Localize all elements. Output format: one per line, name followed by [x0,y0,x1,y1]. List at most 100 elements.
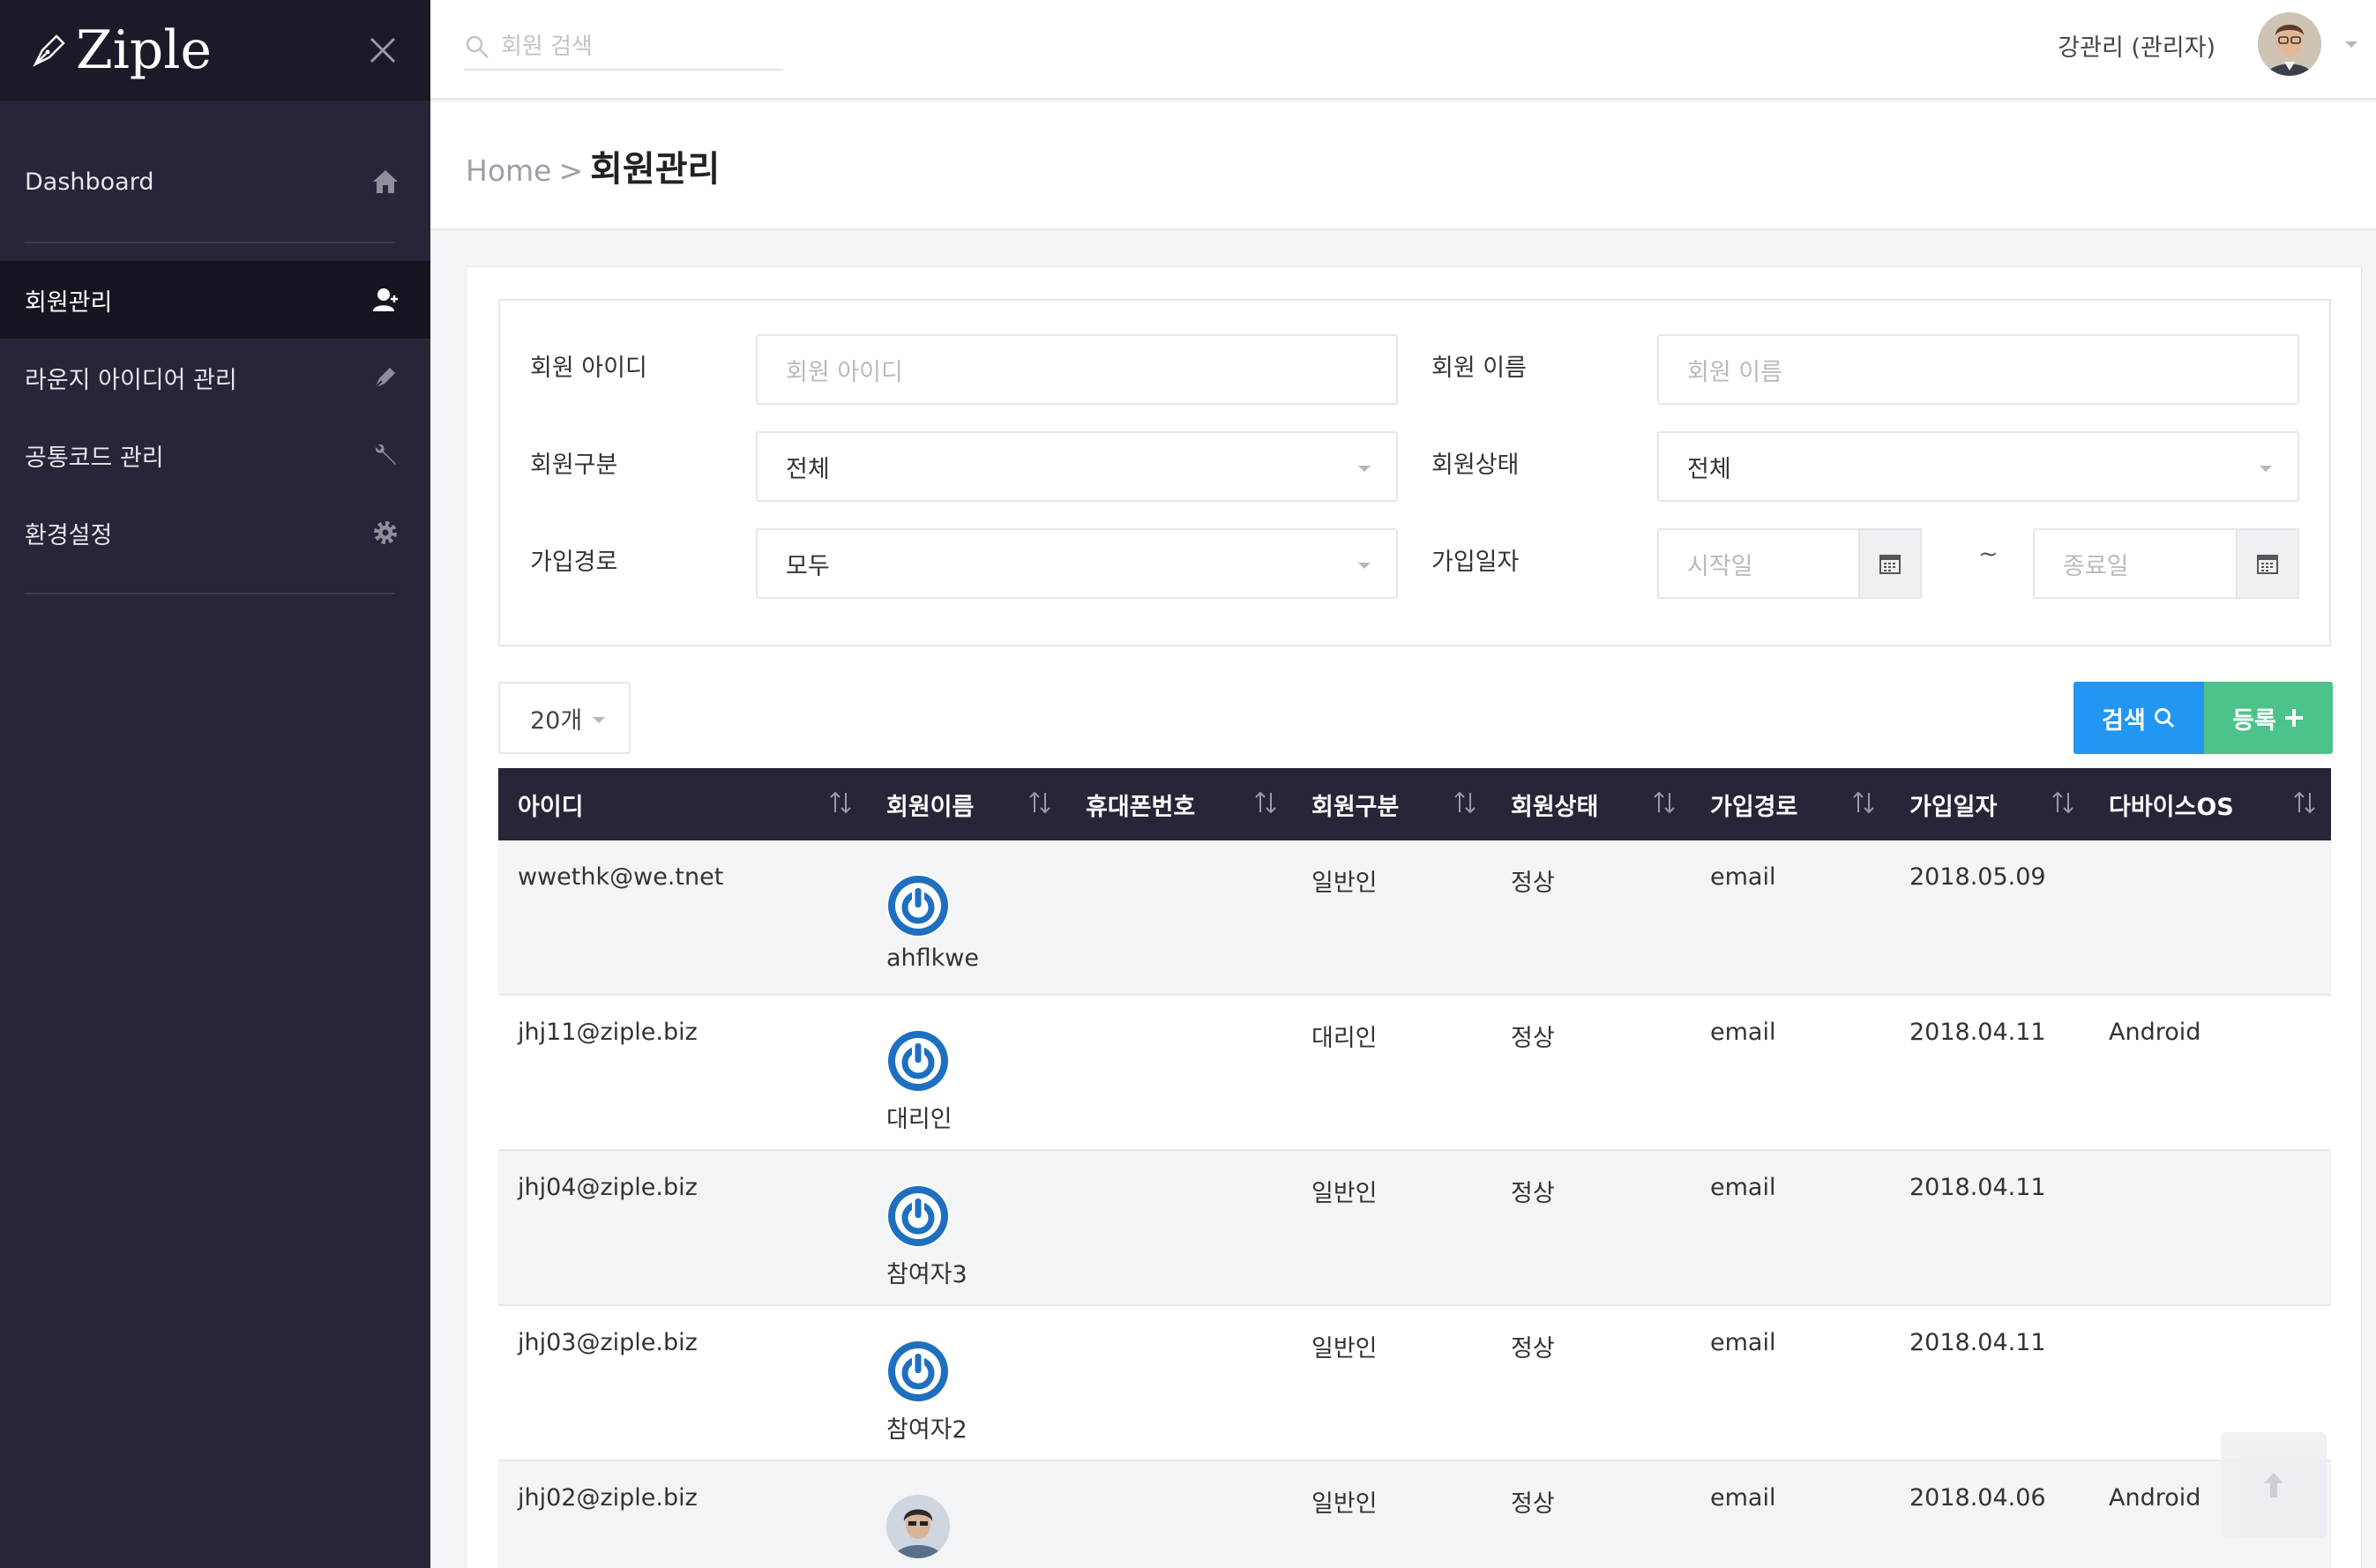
search-button-label: 검색 [2102,706,2146,735]
cell-date: 2018.04.11 [1909,1329,2046,1356]
cell-phone [1066,1306,1292,1460]
member-status-value: 전체 [1687,455,1731,483]
member-status-select[interactable]: 전체 [1657,431,2299,502]
sidebar-header: Ziple [0,0,430,101]
cell-name [867,1461,1066,1568]
page-title: 회원관리 [590,149,721,190]
breadcrumb: Home > 회원관리 [466,140,720,191]
sidebar-item-members[interactable]: 회원관리 [0,261,430,339]
join-route-select[interactable]: 모두 [756,528,1398,599]
member-name-label: 회원 이름 [1431,355,1527,382]
table-row[interactable]: jhj02@ziple.biz 일반인 정상 email 2018.04.06 … [498,1461,2331,1568]
date-range-separator: ~ [1978,541,1999,568]
nav-divider [25,242,395,243]
search-icon [2154,708,2174,728]
member-id-input[interactable]: 회원 아이디 [756,334,1398,405]
avatar [886,1495,950,1558]
add-member-button[interactable]: 등록 [2204,682,2333,754]
sidebar-item-settings[interactable]: 환경설정 [0,494,430,571]
column-header-type[interactable]: 회원구분 [1292,768,1491,840]
cell-status: 정상 [1511,1025,1555,1052]
member-type-select[interactable]: 전체 [756,431,1398,502]
cell-name: 대리인 [867,996,1066,1149]
cell-name: 참여자2 [867,1306,1066,1460]
user-icon [370,285,400,315]
join-route-label: 가입경로 [530,549,618,576]
member-name-input[interactable]: 회원 이름 [1657,334,2299,405]
column-header-label: 회원이름 [886,793,975,821]
cell-phone [1066,1151,1292,1304]
column-header-route[interactable]: 가입경로 [1691,768,1890,840]
calendar-icon [2257,555,2278,574]
sort-icon [1454,791,1476,814]
member-type-value: 전체 [786,455,830,483]
column-header-status[interactable]: 회원상태 [1491,768,1691,840]
breadcrumb-home[interactable]: Home [466,153,551,188]
power-icon [886,1184,950,1248]
column-header-date[interactable]: 가입일자 [1890,768,2089,840]
sort-icon [830,791,851,814]
column-header-phone[interactable]: 휴대폰번호 [1066,768,1292,840]
cell-type: 일반인 [1311,1335,1378,1363]
page-size-select[interactable]: 20개 [498,682,631,754]
chevron-down-icon[interactable] [2344,41,2358,49]
sidebar-item-label: Dashboard [25,168,154,196]
table-row[interactable]: jhj04@ziple.biz 참여자3 일반인 정상 email 2018.0… [498,1151,2331,1306]
join-route-value: 모두 [786,552,830,580]
user-name[interactable]: 강관리 (관리자) [2058,28,2215,63]
table-row[interactable]: jhj03@ziple.biz 참여자2 일반인 정상 email 2018.0… [498,1306,2331,1461]
member-id-placeholder: 회원 아이디 [786,358,903,386]
cell-route: email [1710,1174,1776,1201]
sidebar-close-button[interactable] [365,33,400,68]
end-date-input[interactable]: 종료일 [2033,528,2238,599]
start-date-placeholder: 시작일 [1687,552,1753,580]
sort-icon [1853,791,1874,814]
sidebar: Ziple Dashboard 회원관리 라운지 아이디어 관리 공통코드 관리… [0,0,430,1568]
gear-icon [370,518,400,548]
chevron-down-icon [1358,563,1371,569]
join-date-label: 가입일자 [1431,549,1520,576]
main-card: 회원 아이디 회원 아이디 회원 이름 회원 이름 회원구분 전체 회원상태 전… [466,266,2362,1568]
sidebar-item-lounge-ideas[interactable]: 라운지 아이디어 관리 [0,339,430,416]
power-icon [886,1029,950,1093]
add-button-label: 등록 [2232,706,2276,735]
calendar-icon [1879,555,1901,574]
member-search [464,25,783,71]
cell-device-os [2089,840,2331,994]
cell-route: email [1710,1019,1776,1046]
top-header: 강관리 (관리자) [430,0,2376,100]
sort-icon [2052,791,2073,814]
cell-phone [1066,1461,1292,1568]
search-button[interactable]: 검색 [2073,682,2204,754]
home-icon [370,167,400,197]
cell-id: jhj02@ziple.biz [518,1484,698,1512]
start-date-input[interactable]: 시작일 [1657,528,1860,599]
member-id-label: 회원 아이디 [530,355,647,382]
column-header-label: 가입경로 [1710,793,1798,821]
sort-icon [2294,791,2315,814]
column-header-name[interactable]: 회원이름 [867,768,1066,840]
sort-icon [1654,791,1675,814]
member-name: 참여자3 [886,1261,968,1288]
start-date-calendar-button[interactable] [1858,528,1922,599]
table-row[interactable]: wwethk@we.tnet ahflkwe 일반인 정상 email 2018… [498,840,2331,996]
logo-text: Ziple [76,19,212,81]
member-name: ahflkwe [886,945,979,972]
cell-date: 2018.04.11 [1909,1019,2046,1046]
sidebar-item-common-codes[interactable]: 공통코드 관리 [0,416,430,494]
cell-route: email [1710,1329,1776,1356]
member-search-input[interactable] [490,34,755,60]
scroll-to-top-button[interactable] [2221,1432,2327,1538]
pen-nib-logo-icon [33,34,65,67]
cell-phone [1066,840,1292,994]
avatar[interactable] [2258,12,2321,76]
cell-id: jhj03@ziple.biz [518,1329,698,1356]
nav-divider [25,593,395,594]
column-header-id[interactable]: 아이디 [498,768,867,840]
column-header-label: 회원구분 [1311,793,1400,821]
sidebar-item-dashboard[interactable]: Dashboard [0,143,430,220]
column-header-device-os[interactable]: 다바이스OS [2089,768,2331,840]
logo[interactable]: Ziple [30,19,212,81]
table-row[interactable]: jhj11@ziple.biz 대리인 대리인 정상 email 2018.04… [498,996,2331,1151]
end-date-calendar-button[interactable] [2236,528,2299,599]
